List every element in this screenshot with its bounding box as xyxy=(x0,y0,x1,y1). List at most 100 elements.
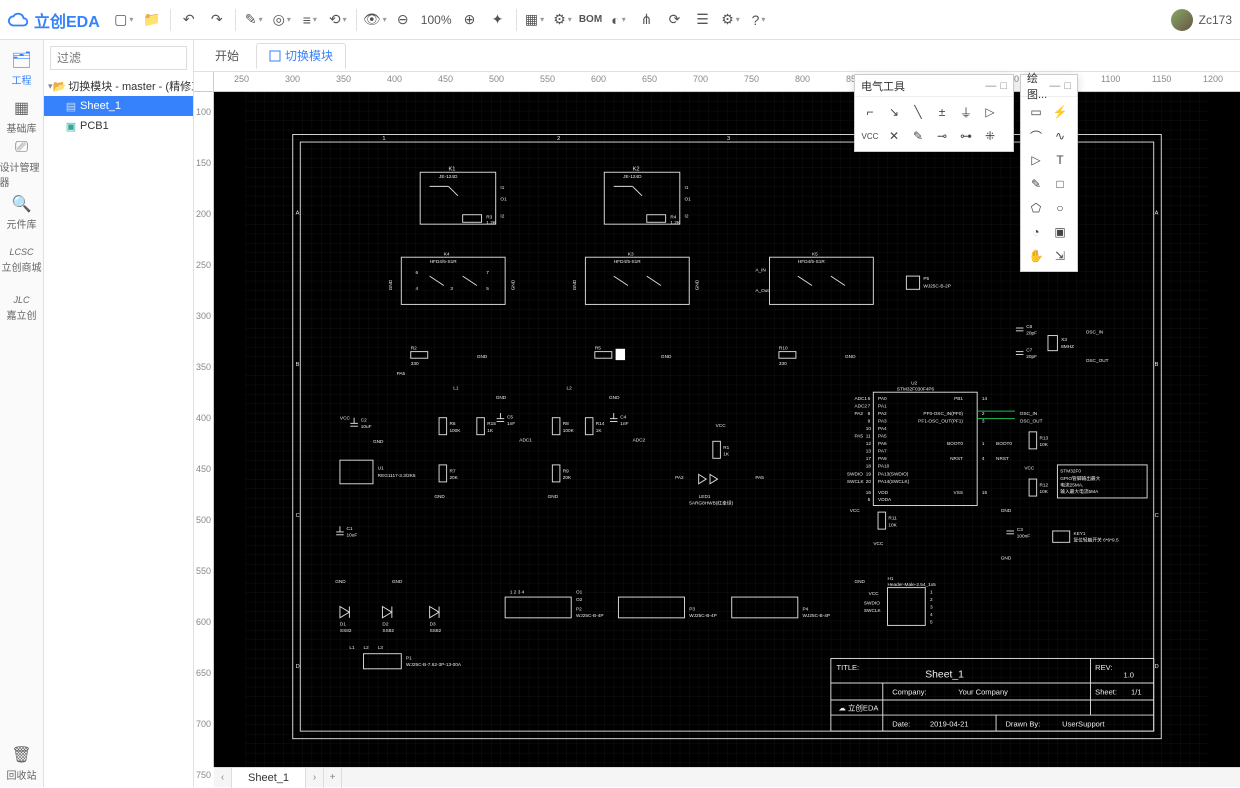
user-menu[interactable]: Zc173 xyxy=(1171,9,1232,31)
ruler-horizontal: 2503003504004505005506006507007508008509… xyxy=(214,72,1240,92)
svg-text:3: 3 xyxy=(450,286,453,292)
tree-item-pcb1[interactable]: ▣ PCB1 xyxy=(44,116,193,136)
array-tool[interactable]: ⁜ xyxy=(979,125,1001,147)
undo-button[interactable]: ↶ xyxy=(175,6,203,34)
layers-button[interactable]: ☰ xyxy=(689,6,717,34)
view-menu[interactable]: 👁 xyxy=(361,6,389,34)
sidebar-component-lib[interactable]: 🔍元件库 xyxy=(0,188,44,236)
bus-tool[interactable]: ↘ xyxy=(883,101,905,123)
simulation-menu[interactable]: ▦ xyxy=(521,6,549,34)
image-tool[interactable]: ▣ xyxy=(1049,221,1071,243)
history-button[interactable]: ⟳ xyxy=(661,6,689,34)
bom-button[interactable]: BOM xyxy=(577,6,605,34)
polygon-tool[interactable]: ⬠ xyxy=(1025,197,1047,219)
sheet-add-button[interactable]: + xyxy=(324,768,342,788)
top-toolbar: 立创EDA ▢ 📁 ↶ ↷ ✎ ◎ ≡ ⟲ 👁 ⊖ 100% ⊕ ✦ ▦ ⚙ B… xyxy=(0,0,1240,40)
redo-button[interactable]: ↷ xyxy=(203,6,231,34)
rect-tool[interactable]: □ xyxy=(1049,173,1071,195)
minimize-icon[interactable]: — xyxy=(1049,80,1060,92)
sidebar-lcsc-store[interactable]: LCSC立创商城 xyxy=(0,236,44,284)
sheet-prev-button[interactable]: ‹ xyxy=(214,768,232,788)
file-menu[interactable]: ▢ xyxy=(110,6,138,34)
sidebar-baselib[interactable]: ▦基础库 xyxy=(0,92,44,140)
sheet-tab-1[interactable]: Sheet_1 xyxy=(232,768,306,788)
svg-text:U2: U2 xyxy=(911,381,917,387)
arc-tool[interactable]: ⌒ xyxy=(1025,125,1047,147)
share-button[interactable]: ⋔ xyxy=(633,6,661,34)
power-tool[interactable]: ⏚ xyxy=(955,101,977,123)
probe-tool[interactable]: ✎ xyxy=(907,125,929,147)
minimize-icon[interactable]: — xyxy=(985,80,996,92)
svg-text:1K: 1K xyxy=(723,451,730,457)
tree-filter-input[interactable] xyxy=(50,46,187,70)
svg-text:R9: R9 xyxy=(563,468,569,474)
svg-text:☁: ☁ xyxy=(838,703,846,712)
zoom-in-button[interactable]: ⊕ xyxy=(456,6,484,34)
svg-text:10K: 10K xyxy=(888,522,897,528)
junction-tool[interactable]: ⊸ xyxy=(931,125,953,147)
svg-text:NRST: NRST xyxy=(950,456,963,462)
svg-text:20K: 20K xyxy=(449,475,458,481)
edit-menu[interactable]: ✎ xyxy=(240,6,268,34)
wire-tool[interactable]: ⌐ xyxy=(859,101,881,123)
app-logo[interactable]: 立创EDA xyxy=(8,8,100,32)
svg-text:C3: C3 xyxy=(1017,527,1023,533)
text-tool[interactable]: T xyxy=(1049,149,1071,171)
tree-project-root[interactable]: ▾ 📂 切换模块 - master - (精修工作区) xyxy=(44,76,193,96)
align-menu[interactable]: ≡ xyxy=(296,6,324,34)
svg-text:9: 9 xyxy=(868,418,871,424)
contrast-menu[interactable]: ◐ xyxy=(605,6,633,34)
rotate-menu[interactable]: ⟲ xyxy=(324,6,352,34)
svg-text:SWDIO: SWDIO xyxy=(864,601,880,607)
line-tool[interactable]: ▭ xyxy=(1025,101,1047,123)
no-connect-tool[interactable]: ✕ xyxy=(883,125,905,147)
arrow-tool[interactable]: ▷ xyxy=(1025,149,1047,171)
net-label-tool[interactable]: ╲ xyxy=(907,101,929,123)
svg-text:100nF: 100nF xyxy=(1017,534,1030,540)
close-icon[interactable]: □ xyxy=(1000,80,1007,92)
place-menu[interactable]: ◎ xyxy=(268,6,296,34)
svg-text:REG1117-3.3/2K5: REG1117-3.3/2K5 xyxy=(378,473,416,479)
schematic-canvas[interactable]: A B C D A B C D 1 2 3 4 5 K1 xyxy=(214,92,1240,767)
svg-text:WJ25C-B-4P: WJ25C-B-4P xyxy=(803,613,831,619)
svg-text:PA2: PA2 xyxy=(878,411,887,417)
tree-item-sheet1[interactable]: ▤ Sheet_1 xyxy=(44,96,193,116)
tab-start[interactable]: 开始 xyxy=(202,43,252,69)
bus-entry-tool[interactable]: ⊶ xyxy=(955,125,977,147)
close-icon[interactable]: □ xyxy=(1064,80,1071,92)
ellipse-tool[interactable]: ○ xyxy=(1049,197,1071,219)
sidebar-project[interactable]: 🗂工程 xyxy=(0,44,44,92)
svg-text:UserSupport: UserSupport xyxy=(1062,719,1105,728)
sidebar-trash[interactable]: 🗑回收站 xyxy=(0,739,44,787)
net-port-tool[interactable]: ± xyxy=(931,101,953,123)
tab-module[interactable]: 切换模块 xyxy=(256,43,346,69)
freehand-tool[interactable]: ✎ xyxy=(1025,173,1047,195)
sidebar-jlc[interactable]: JLC嘉立创 xyxy=(0,284,44,332)
svg-text:K5: K5 xyxy=(812,251,818,257)
panel-title-bar[interactable]: 电气工具 —□ xyxy=(855,75,1013,97)
electrical-tools-panel[interactable]: 电气工具 —□ ⌐ ↘ ╲ ± ⏚ ▷ VCC ✕ ✎ ⊸ ⊶ ⁜ xyxy=(854,74,1014,152)
cross-probe-button[interactable]: ✦ xyxy=(484,6,512,34)
svg-text:R6: R6 xyxy=(449,421,455,427)
bezier-tool[interactable]: ∿ xyxy=(1049,125,1071,147)
zoom-out-button[interactable]: ⊖ xyxy=(389,6,417,34)
net-flag-tool[interactable]: ▷ xyxy=(979,101,1001,123)
canvas-origin-tool[interactable]: ⇲ xyxy=(1049,245,1071,267)
panel-title-bar[interactable]: 绘图... —□ xyxy=(1021,75,1077,97)
polyline-tool[interactable]: ⚡ xyxy=(1049,101,1071,123)
drag-tool[interactable]: ✋ xyxy=(1025,245,1047,267)
folder-open-button[interactable]: 📁 xyxy=(138,6,166,34)
drawing-tools-panel[interactable]: 绘图... —□ ▭ ⚡ ⌒ ∿ ▷ T ✎ □ ⬠ ○ ◔ ▣ ✋ xyxy=(1020,74,1078,272)
help-menu[interactable]: ? xyxy=(745,6,773,34)
settings-menu[interactable]: ⚙ xyxy=(717,6,745,34)
sheet-next-button[interactable]: › xyxy=(306,768,324,788)
svg-text:1K: 1K xyxy=(487,428,494,434)
pie-tool[interactable]: ◔ xyxy=(1025,221,1047,243)
svg-text:立创EDA: 立创EDA xyxy=(848,702,880,712)
vcc-tool[interactable]: VCC xyxy=(859,125,881,147)
svg-text:12: 12 xyxy=(866,441,872,447)
zoom-level[interactable]: 100% xyxy=(417,13,456,27)
svg-text:L1: L1 xyxy=(349,645,355,651)
tools-menu[interactable]: ⚙ xyxy=(549,6,577,34)
sidebar-design-mgr[interactable]: ⎚设计管理器 xyxy=(0,140,44,188)
